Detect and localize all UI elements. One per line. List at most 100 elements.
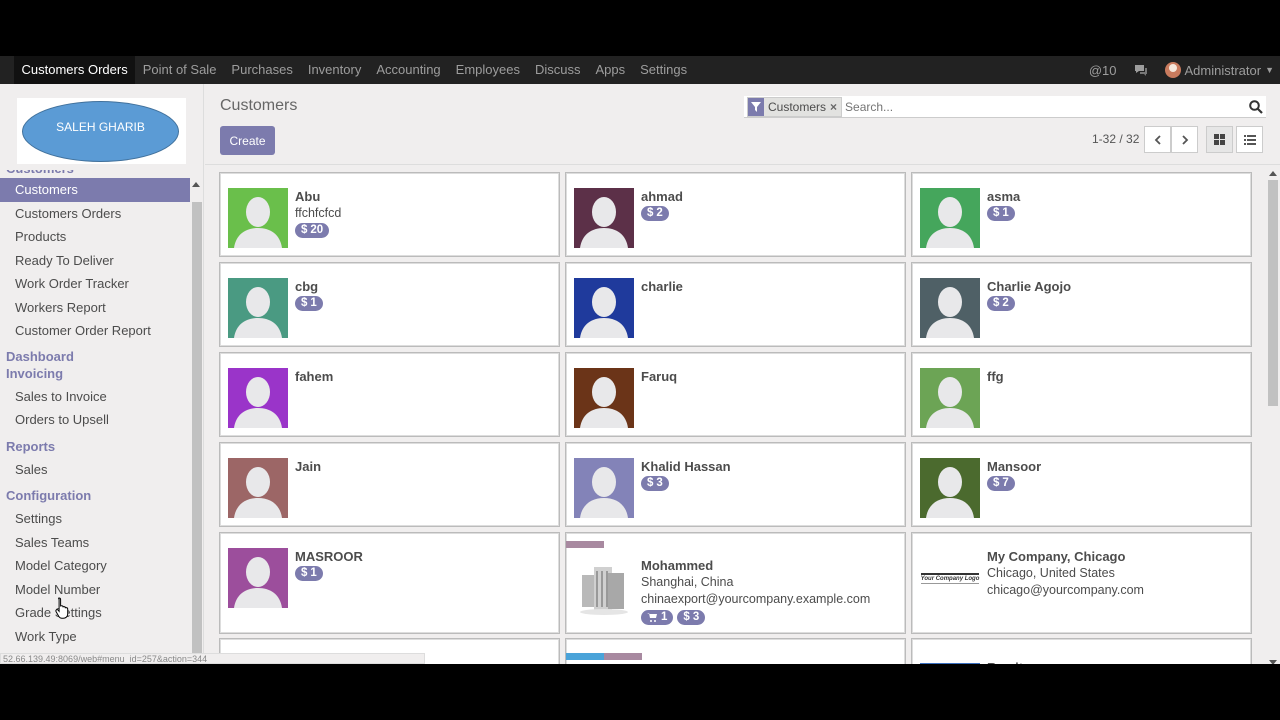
orders-badge[interactable]: 1: [641, 610, 674, 625]
menu-purchases[interactable]: Purchases: [224, 56, 300, 84]
sidebar-scroll-thumb[interactable]: [192, 202, 202, 662]
customer-name: MASROOR: [295, 549, 363, 564]
sidebar-item-ready-to-deliver[interactable]: Ready To Deliver: [0, 249, 190, 273]
customer-avatar: [574, 557, 634, 617]
sidebar-heading-dashboard[interactable]: Dashboard: [0, 348, 190, 365]
sales-badge[interactable]: $2: [641, 206, 669, 221]
sales-badge[interactable]: $7: [987, 476, 1015, 491]
customer-name: Jain: [295, 459, 322, 474]
customer-card[interactable]: MASROOR $1: [219, 532, 560, 634]
sales-badge[interactable]: $3: [641, 476, 669, 491]
search-bar[interactable]: Customers ×: [744, 96, 1266, 118]
sidebar-item-workers-report[interactable]: Workers Report: [0, 296, 190, 320]
customer-card[interactable]: charlie: [565, 262, 906, 347]
customer-card[interactable]: asma $1: [911, 172, 1252, 257]
chevron-right-icon: [1181, 134, 1188, 145]
pager-value[interactable]: 1-32 / 32: [1092, 132, 1139, 146]
customer-card[interactable]: Faruq: [565, 352, 906, 437]
sidebar-item-settings[interactable]: Settings: [0, 507, 190, 531]
customer-card[interactable]: Abu ffchfcfcd $20: [219, 172, 560, 257]
customer-card[interactable]: ahmad $2: [565, 172, 906, 257]
menu-discuss[interactable]: Discuss: [527, 56, 588, 84]
user-menu[interactable]: Administrator ▼: [1157, 62, 1280, 78]
customer-card[interactable]: Khalid Hassan $3: [565, 442, 906, 527]
customer-card[interactable]: cbg $1: [219, 262, 560, 347]
sidebar-menu: CustomersCustomersCustomers OrdersProduc…: [0, 170, 190, 664]
create-button[interactable]: Create: [220, 126, 275, 155]
sidebar-item-grade-settings[interactable]: Grade Settings: [0, 601, 190, 625]
main-scroll-thumb[interactable]: [1268, 180, 1278, 406]
scroll-up-arrow-icon[interactable]: [1269, 171, 1277, 176]
customer-card[interactable]: Charlie Agojo $2: [911, 262, 1252, 347]
customer-card[interactable]: ffg: [911, 352, 1252, 437]
menu-customers-orders[interactable]: Customers Orders: [14, 56, 136, 84]
customer-avatar: [920, 278, 980, 338]
menu-point-of-sale[interactable]: Point of Sale: [135, 56, 224, 84]
sales-badge[interactable]: $20: [295, 223, 330, 238]
search-facet[interactable]: Customers ×: [747, 96, 843, 117]
sidebar-heading-invoicing[interactable]: Invoicing: [0, 365, 190, 382]
sidebar-item-orders-to-upsell[interactable]: Orders to Upsell: [0, 408, 190, 432]
customer-card[interactable]: Your Company Logo My Company, Chicago Chic…: [911, 532, 1252, 634]
sidebar-item-sales[interactable]: Sales: [0, 458, 190, 482]
scroll-up-arrow-icon[interactable]: [192, 182, 200, 187]
customer-name: Faruq: [641, 369, 678, 384]
sidebar-item-customers[interactable]: Customers: [0, 178, 190, 202]
customer-avatar: [228, 548, 288, 608]
scroll-down-arrow-icon[interactable]: [1269, 660, 1277, 664]
customer-card[interactable]: [565, 638, 906, 664]
badge-count: 7: [1002, 477, 1009, 489]
logo-ellipse: SALEH GHARIB: [22, 101, 179, 162]
user-name: Administrator: [1184, 62, 1262, 78]
search-input[interactable]: [842, 96, 1246, 117]
chat-icon[interactable]: [1125, 63, 1157, 77]
kanban-view-button[interactable]: [1206, 126, 1233, 153]
sidebar-item-customers-orders[interactable]: Customers Orders: [0, 202, 190, 226]
sidebar-item-model-number[interactable]: Model Number: [0, 578, 190, 602]
menu-apps[interactable]: Apps: [588, 56, 633, 84]
menu-accounting[interactable]: Accounting: [369, 56, 448, 84]
sales-badge[interactable]: $1: [295, 566, 323, 581]
menu-settings[interactable]: Settings: [633, 56, 695, 84]
sidebar-item-model-category[interactable]: Model Category: [0, 554, 190, 578]
mentions-indicator[interactable]: @10: [1081, 63, 1125, 78]
remove-facet-icon[interactable]: ×: [830, 100, 841, 114]
badge-count: 2: [656, 207, 663, 219]
customer-card[interactable]: Mohammed Shanghai, China chinaexport@yourc…: [565, 532, 906, 634]
list-icon: [1243, 134, 1256, 145]
customer-card[interactable]: Mansoor $7: [911, 442, 1252, 527]
kanban-view: Abu ffchfcfcd $20 ahmad $2 asma $1 cbg $1 charlie…: [205, 166, 1265, 664]
badge-count: 1: [661, 611, 668, 623]
search-icon[interactable]: [1246, 97, 1266, 117]
dollar-icon: $: [993, 477, 1000, 489]
sales-badge[interactable]: $1: [987, 206, 1015, 221]
dollar-icon: $: [993, 207, 1000, 219]
sidebar-item-sales-teams[interactable]: Sales Teams: [0, 531, 190, 555]
sales-badge[interactable]: $3: [677, 610, 706, 625]
customer-card[interactable]: Ramit: [911, 638, 1252, 664]
sidebar-item-sales-to-invoice[interactable]: Sales to Invoice: [0, 385, 190, 409]
sidebar-item-work-order-tracker[interactable]: Work Order Tracker: [0, 272, 190, 296]
sales-badge[interactable]: $1: [295, 296, 323, 311]
customer-card[interactable]: Jain: [219, 442, 560, 527]
customer-name: asma: [987, 189, 1021, 204]
pager-previous-button[interactable]: [1144, 126, 1171, 153]
sidebar-item-products[interactable]: Products: [0, 225, 190, 249]
sidebar-item-work-type[interactable]: Work Type: [0, 625, 190, 649]
logo-badge-text: Your Company Logo: [920, 572, 980, 584]
customer-name: fahem: [295, 369, 334, 384]
customer-name: ahmad: [641, 189, 683, 204]
pager-next-button[interactable]: [1171, 126, 1198, 153]
dollar-icon: $: [647, 477, 654, 489]
sidebar-heading-reports[interactable]: Reports: [0, 438, 190, 455]
list-view-button[interactable]: [1236, 126, 1263, 153]
menu-employees[interactable]: Employees: [448, 56, 527, 84]
company-logo[interactable]: SALEH GHARIB: [17, 98, 186, 164]
sidebar-item-customer-order-report[interactable]: Customer Order Report: [0, 319, 190, 343]
sidebar-heading-customers[interactable]: Customers: [0, 170, 190, 178]
customer-card[interactable]: fahem: [219, 352, 560, 437]
dollar-icon: $: [993, 297, 1000, 309]
menu-inventory[interactable]: Inventory: [300, 56, 368, 84]
sales-badge[interactable]: $2: [987, 296, 1015, 311]
sidebar-heading-configuration[interactable]: Configuration: [0, 487, 190, 504]
